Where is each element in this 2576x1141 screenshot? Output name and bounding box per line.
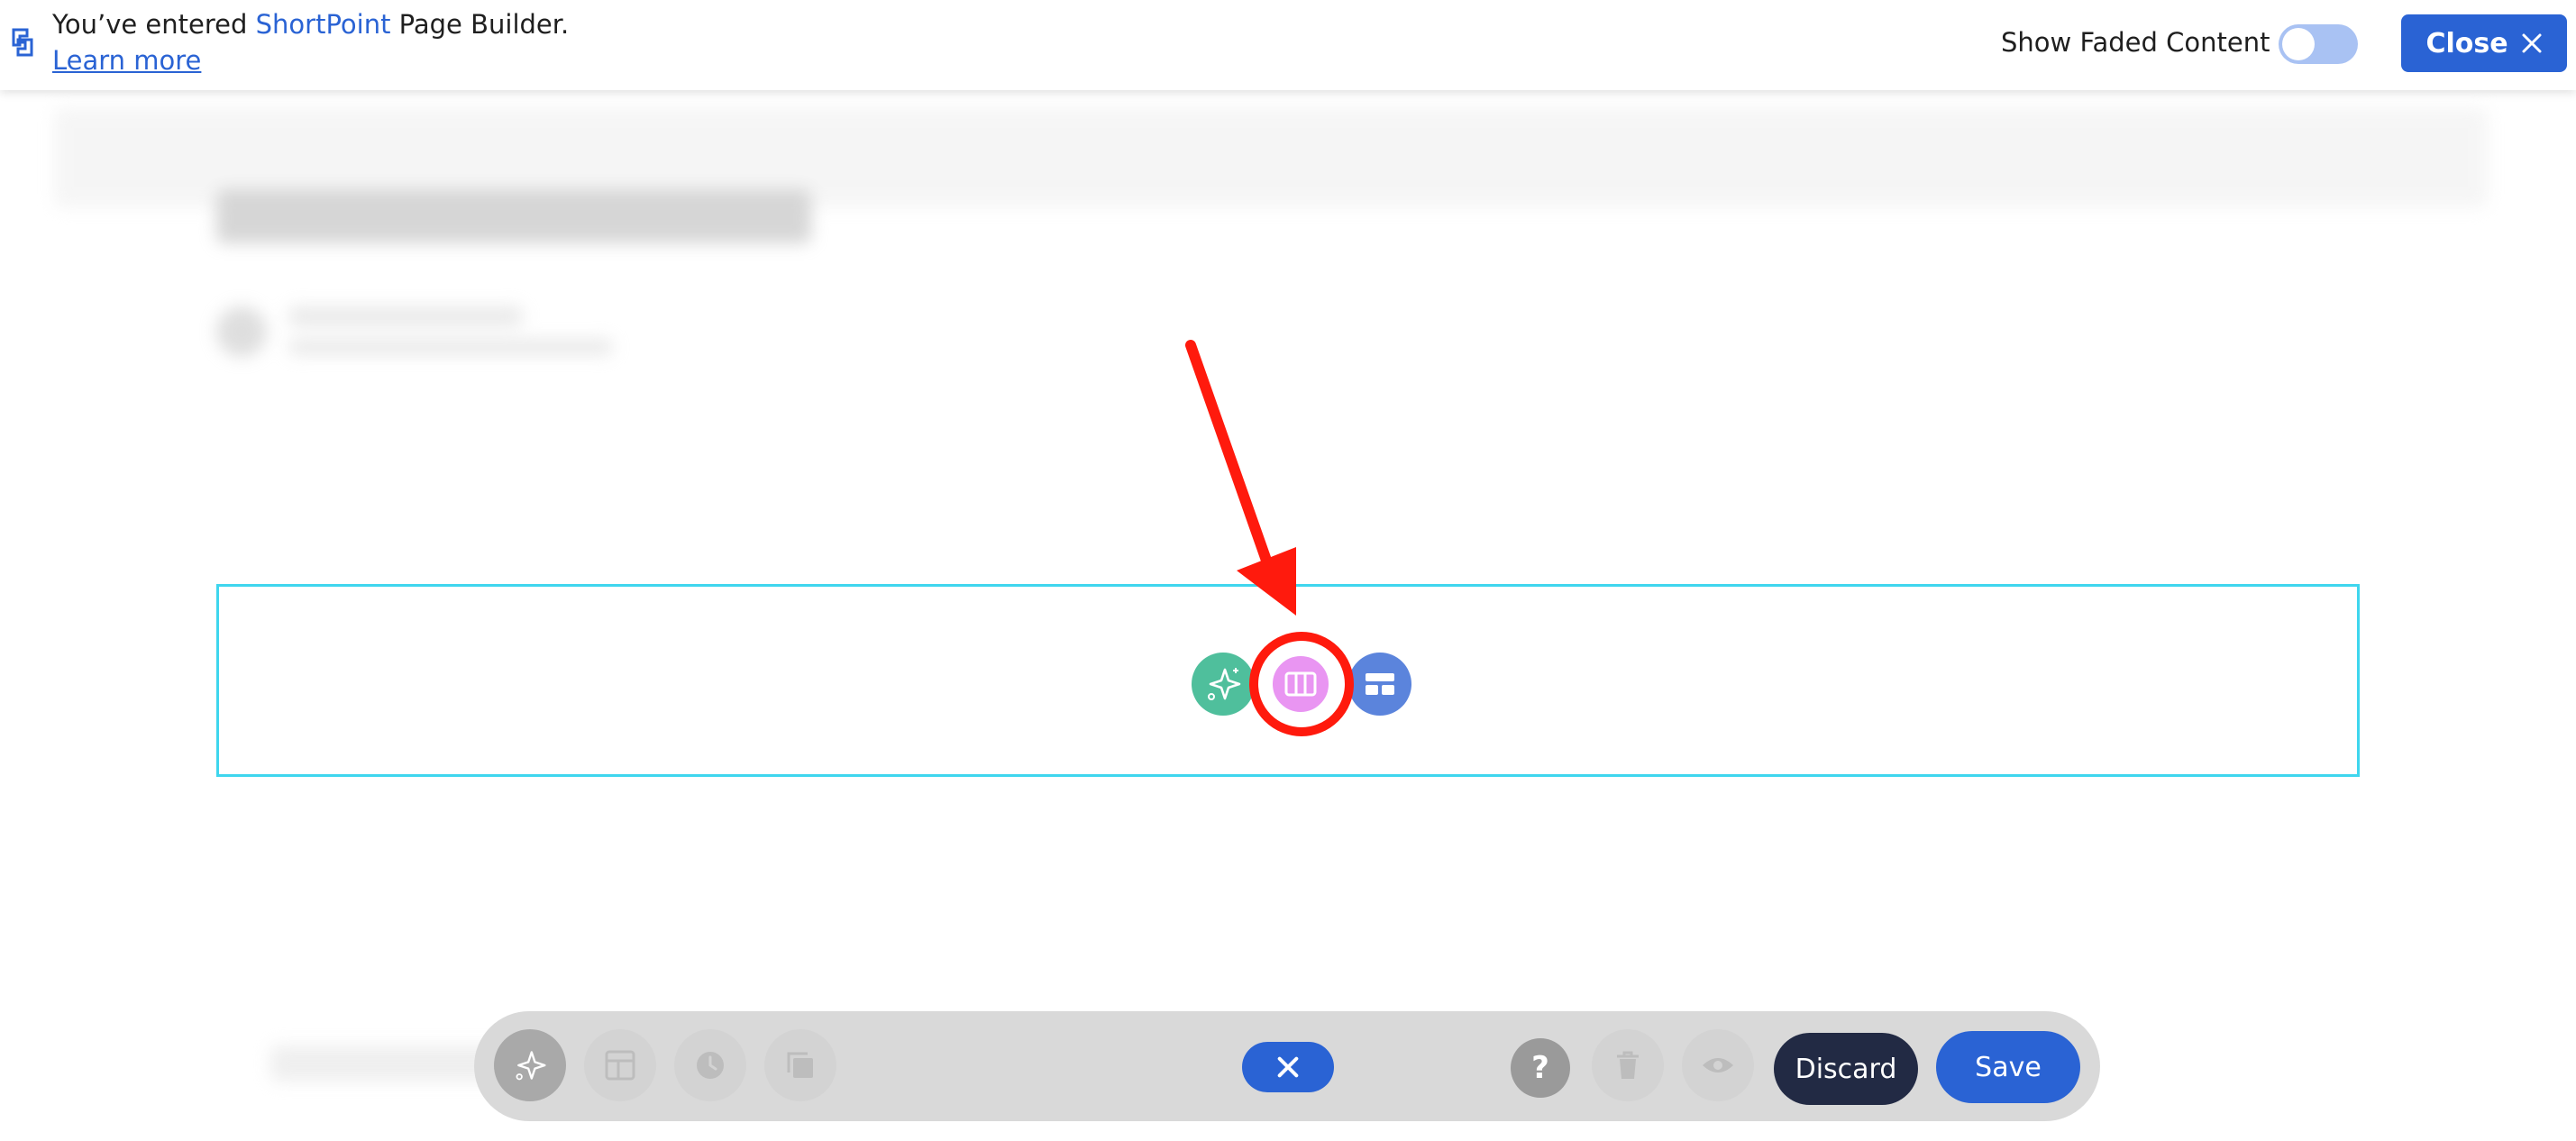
close-button[interactable]: Close — [2401, 14, 2567, 72]
ai-sparkle-button[interactable] — [1192, 653, 1255, 716]
save-button[interactable]: Save — [1936, 1031, 2080, 1103]
layout-template-icon — [605, 1050, 635, 1081]
toolbar-history-button[interactable] — [674, 1029, 746, 1101]
clock-icon — [697, 1052, 724, 1079]
toolbar-templates-button[interactable] — [584, 1029, 656, 1101]
toolbar-preview-button[interactable] — [1682, 1029, 1754, 1101]
close-icon — [2522, 33, 2542, 53]
insert-layout-button[interactable] — [1348, 653, 1411, 716]
toolbar-delete-button[interactable] — [1592, 1029, 1664, 1101]
layout-icon — [1366, 673, 1394, 695]
eye-icon — [1703, 1058, 1733, 1073]
faded-author-line — [288, 306, 523, 326]
toggle-knob — [2282, 28, 2315, 60]
faded-date-line — [288, 339, 613, 355]
banner-suffix: Page Builder. — [390, 9, 570, 40]
banner-prefix: You’ve entered — [52, 9, 256, 40]
close-icon — [1277, 1056, 1299, 1078]
banner-brand: ShortPoint — [255, 9, 391, 40]
learn-more-link[interactable]: Learn more — [52, 45, 201, 76]
toolbar-help-button[interactable]: ? — [1511, 1038, 1570, 1098]
sparkle-icon — [516, 1051, 546, 1081]
show-faded-content-toggle[interactable] — [2279, 24, 2358, 64]
toolbar-copy-button[interactable] — [764, 1029, 836, 1101]
shortpoint-logo-icon — [12, 28, 33, 57]
faded-page-heading — [216, 189, 811, 243]
help-icon: ? — [1531, 1050, 1549, 1086]
close-button-label: Close — [2425, 27, 2508, 59]
trash-icon — [1617, 1051, 1639, 1079]
faded-author-avatar — [216, 306, 267, 357]
builder-banner: You’ve entered ShortPoint Page Builder. … — [0, 0, 2576, 90]
show-faded-content-label: Show Faded Content — [2001, 27, 2270, 58]
insert-columns-button[interactable] — [1269, 653, 1332, 716]
toolbar-ai-button[interactable] — [494, 1029, 566, 1101]
toolbar-close-button[interactable] — [1242, 1042, 1334, 1092]
copy-icon — [787, 1052, 813, 1078]
columns-icon — [1284, 671, 1317, 697]
banner-message: You’ve entered ShortPoint Page Builder. — [52, 9, 569, 40]
discard-button[interactable]: Discard — [1774, 1033, 1918, 1105]
sparkle-icon — [1208, 668, 1241, 700]
